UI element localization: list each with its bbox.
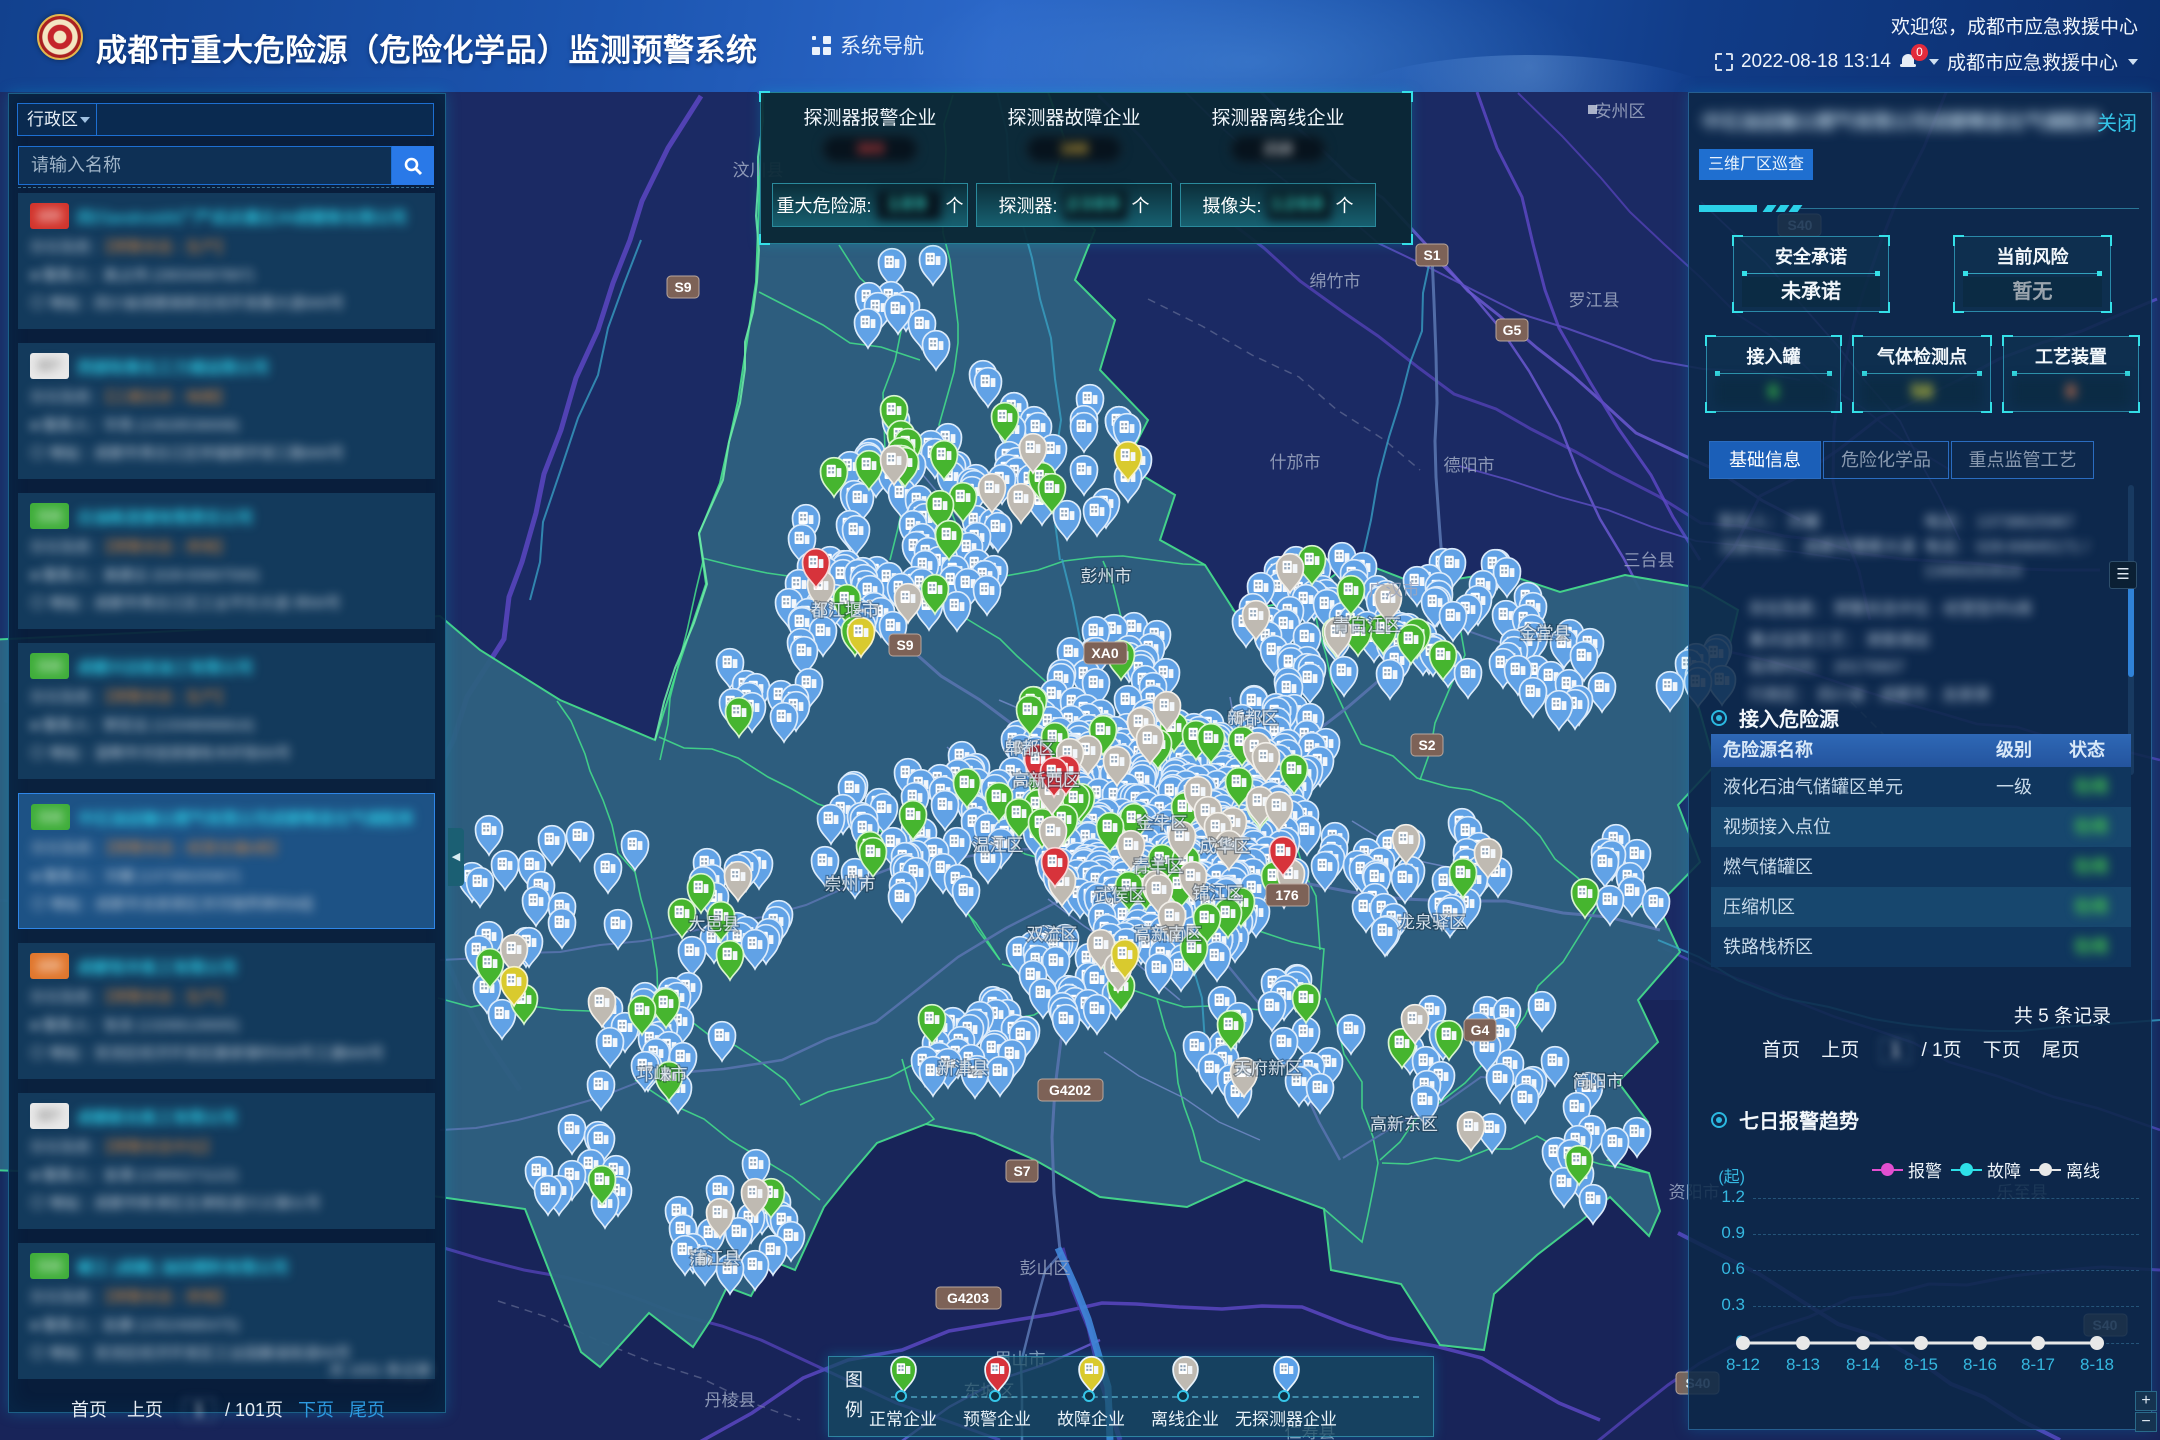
svg-text:温江区: 温江区 <box>973 836 1024 855</box>
svg-text:什邡市: 什邡市 <box>1270 453 1321 472</box>
svg-text:天府新区: 天府新区 <box>1234 1059 1302 1078</box>
svg-text:都江堰市: 都江堰市 <box>811 601 879 620</box>
svg-text:邛崃市: 邛崃市 <box>637 1065 688 1084</box>
svg-text:高新西区: 高新西区 <box>1012 771 1080 790</box>
svg-text:青白江区: 青白江区 <box>1333 616 1401 635</box>
svg-text:龙泉驿区: 龙泉驿区 <box>1398 913 1466 932</box>
svg-text:德阳市: 德阳市 <box>1444 456 1495 475</box>
svg-text:金堂县: 金堂县 <box>1520 624 1571 643</box>
svg-text:成华区: 成华区 <box>1200 837 1251 856</box>
svg-text:绵竹市: 绵竹市 <box>1310 272 1361 291</box>
svg-text:S9: S9 <box>896 637 913 653</box>
svg-text:丹棱县: 丹棱县 <box>705 1391 756 1410</box>
svg-text:安州区: 安州区 <box>1595 102 1646 121</box>
svg-text:176: 176 <box>1275 887 1299 903</box>
svg-text:大邑县: 大邑县 <box>689 915 740 934</box>
svg-text:双流区: 双流区 <box>1027 925 1078 944</box>
svg-text:青羊区: 青羊区 <box>1133 857 1184 876</box>
svg-text:G4: G4 <box>1471 1022 1490 1038</box>
svg-text:简阳市: 简阳市 <box>1573 1072 1624 1091</box>
svg-text:G4203: G4203 <box>947 1290 989 1306</box>
svg-text:三台县: 三台县 <box>1624 551 1675 570</box>
svg-text:蒲江县: 蒲江县 <box>690 1249 741 1268</box>
svg-text:新都区: 新都区 <box>1228 709 1279 728</box>
svg-text:XA0: XA0 <box>1091 645 1118 661</box>
svg-text:武侯区: 武侯区 <box>1095 886 1146 905</box>
svg-text:郫都区: 郫都区 <box>1005 739 1056 758</box>
svg-text:S7: S7 <box>1013 1163 1030 1179</box>
svg-text:崇州市: 崇州市 <box>825 875 876 894</box>
svg-text:S2: S2 <box>1418 737 1435 753</box>
svg-text:彭山区: 彭山区 <box>1020 1259 1071 1278</box>
svg-text:新津县: 新津县 <box>938 1059 989 1078</box>
svg-text:G4202: G4202 <box>1049 1082 1091 1098</box>
svg-text:高新东区: 高新东区 <box>1370 1115 1438 1134</box>
svg-text:罗江县: 罗江县 <box>1569 291 1620 310</box>
svg-text:S1: S1 <box>1423 247 1440 263</box>
svg-text:G5: G5 <box>1503 322 1522 338</box>
svg-text:S9: S9 <box>674 279 691 295</box>
svg-text:广汉市: 广汉市 <box>1369 581 1420 600</box>
svg-text:锦江区: 锦江区 <box>1193 884 1244 903</box>
svg-text:金牛区: 金牛区 <box>1137 814 1188 833</box>
svg-text:彭州市: 彭州市 <box>1081 567 1132 586</box>
svg-text:高新南区: 高新南区 <box>1134 925 1202 944</box>
